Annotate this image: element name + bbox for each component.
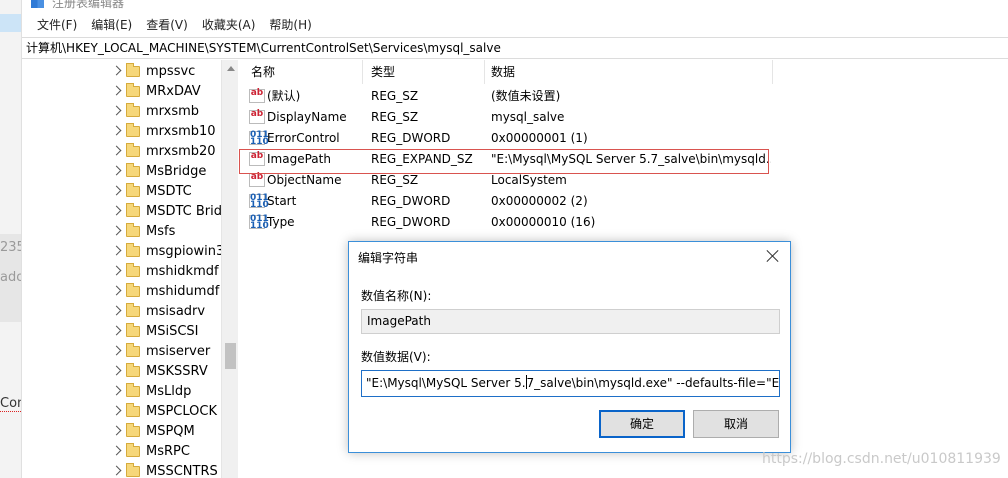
chevron-right-icon[interactable]: [111, 265, 122, 276]
value-row[interactable]: 011 110 ErrorControl REG_DWORD 0x00000001…: [239, 128, 1008, 149]
folder-icon: [126, 223, 140, 237]
folder-icon: [126, 343, 140, 357]
chevron-right-icon[interactable]: [111, 305, 122, 316]
string-icon: ab: [249, 173, 265, 187]
value-row[interactable]: ab DisplayName REG_SZ mysql_salve: [239, 107, 1008, 128]
value-data-label: 数值数据(V):: [361, 350, 431, 364]
chevron-right-icon[interactable]: [111, 165, 122, 176]
column-type[interactable]: 类型: [365, 60, 485, 84]
value-data-input[interactable]: "E:\Mysql\MySQL Server 5.7_salve\bin\mys…: [361, 370, 780, 397]
folder-icon: [126, 303, 140, 317]
close-icon[interactable]: [766, 249, 780, 263]
value-name-field: ImagePath: [361, 309, 780, 334]
dialog-title: 编辑字符串: [358, 251, 419, 265]
menu-bar: 文件(F) 编辑(E) 查看(V) 收藏夹(A) 帮助(H): [22, 14, 1008, 36]
imagepath-highlight-box: [239, 149, 769, 174]
chevron-right-icon[interactable]: [111, 85, 122, 96]
background-text-2: ado: [0, 270, 22, 285]
folder-icon: [126, 463, 140, 477]
folder-icon: [126, 143, 140, 157]
value-row[interactable]: ab (默认) REG_SZ (数值未设置): [239, 86, 1008, 107]
chevron-right-icon[interactable]: [111, 145, 122, 156]
chevron-right-icon[interactable]: [111, 185, 122, 196]
chevron-right-icon[interactable]: [111, 405, 122, 416]
background-text-1: 235: [0, 240, 21, 255]
folder-icon: [126, 323, 140, 337]
edit-string-dialog: 编辑字符串 数值名称(N): ImagePath 数值数据(V): "E:\My…: [348, 241, 791, 453]
folder-icon: [126, 403, 140, 417]
menu-file[interactable]: 文件(F): [30, 14, 84, 36]
registry-editor-icon: [31, 0, 44, 8]
folder-icon: [126, 243, 140, 257]
folder-icon: [126, 363, 140, 377]
key-tree: mpssvc MRxDAV mrxsmb mrxsmb10 mrxsmb20 M…: [22, 60, 221, 478]
folder-icon: [126, 163, 140, 177]
dword-icon: 011 110: [249, 214, 269, 231]
dword-icon: 011 110: [249, 130, 269, 147]
tree-scrollbar[interactable]: [221, 60, 238, 478]
folder-icon: [126, 203, 140, 217]
chevron-right-icon[interactable]: [111, 225, 122, 236]
address-bar[interactable]: 计算机\HKEY_LOCAL_MACHINE\SYSTEM\CurrentCon…: [22, 37, 1008, 59]
string-icon: ab: [249, 110, 265, 124]
ok-button[interactable]: 确定: [599, 410, 685, 438]
chevron-right-icon[interactable]: [111, 125, 122, 136]
chevron-right-icon[interactable]: [111, 445, 122, 456]
column-name[interactable]: 名称: [245, 60, 363, 84]
folder-icon: [126, 123, 140, 137]
chevron-right-icon[interactable]: [111, 365, 122, 376]
chevron-right-icon[interactable]: [111, 245, 122, 256]
string-icon: ab: [249, 89, 265, 103]
chevron-right-icon[interactable]: [111, 105, 122, 116]
chevron-right-icon[interactable]: [111, 425, 122, 436]
chevron-right-icon[interactable]: [111, 465, 122, 476]
chevron-right-icon[interactable]: [111, 205, 122, 216]
value-row[interactable]: 011 110 Type REG_DWORD 0x00000010 (16): [239, 212, 1008, 233]
chevron-right-icon[interactable]: [111, 345, 122, 356]
value-name-label: 数值名称(N):: [361, 289, 432, 303]
background-window-edge: 235 ado Con: [0, 0, 22, 478]
folder-icon: [126, 63, 140, 77]
value-row[interactable]: 011 110 Start REG_DWORD 0x00000002 (2): [239, 191, 1008, 212]
folder-icon: [126, 383, 140, 397]
folder-icon: [126, 83, 140, 97]
menu-view[interactable]: 查看(V): [139, 14, 195, 36]
scroll-up-arrow-icon[interactable]: [227, 66, 235, 71]
chevron-right-icon[interactable]: [111, 385, 122, 396]
title-bar: 注册表编辑器: [22, 0, 1008, 14]
menu-help[interactable]: 帮助(H): [262, 14, 318, 36]
chevron-right-icon[interactable]: [111, 65, 122, 76]
menu-edit[interactable]: 编辑(E): [84, 14, 139, 36]
folder-icon: [126, 443, 140, 457]
watermark: https://blog.csdn.net/u010811939: [762, 451, 1001, 467]
window-title: 注册表编辑器: [52, 0, 125, 10]
folder-icon: [126, 183, 140, 197]
dialog-title-bar[interactable]: 编辑字符串: [349, 242, 790, 272]
menu-favorites[interactable]: 收藏夹(A): [195, 14, 263, 36]
folder-icon: [126, 423, 140, 437]
value-data-text-before-caret: "E:\Mysql\MySQL Server 5.: [366, 376, 526, 390]
background-text-3: Con: [0, 396, 21, 412]
values-header: 名称 类型 数据: [239, 60, 1008, 84]
dword-icon: 011 110: [249, 193, 269, 210]
chevron-right-icon[interactable]: [111, 325, 122, 336]
background-selection: [0, 14, 21, 32]
cancel-button[interactable]: 取消: [693, 410, 779, 438]
scroll-thumb[interactable]: [225, 343, 236, 369]
chevron-right-icon[interactable]: [111, 285, 122, 296]
folder-icon: [126, 263, 140, 277]
column-data[interactable]: 数据: [485, 60, 773, 84]
value-data-text-after-caret: 7_salve\bin\mysqld.exe" --defaults-file=…: [526, 376, 780, 390]
folder-icon: [126, 283, 140, 297]
folder-icon: [126, 103, 140, 117]
